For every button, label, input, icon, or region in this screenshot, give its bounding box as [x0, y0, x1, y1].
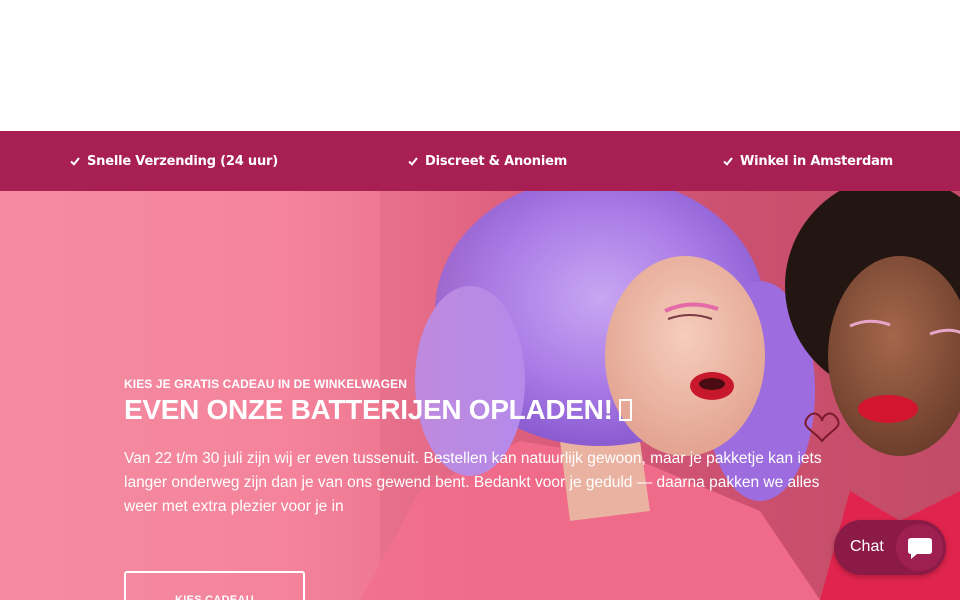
chat-label: Chat	[850, 538, 884, 555]
hero-body: Van 22 t/m 30 juli zijn wij er even tuss…	[124, 450, 822, 515]
missing-glyph-icon	[618, 399, 632, 421]
chat-button[interactable]	[896, 524, 943, 571]
usp-item-store: Winkel in Amsterdam	[723, 131, 893, 191]
usp-label: Snelle Verzending (24 uur)	[87, 153, 278, 169]
check-icon	[70, 157, 80, 166]
hero-banner: KIES JE GRATIS CADEAU IN DE WINKELWAGEN …	[0, 191, 960, 600]
hero-title: EVEN ONZE BATTERIJEN OPLADEN!	[124, 394, 632, 426]
chat-bubble-icon	[908, 538, 932, 559]
usp-item-discreet: Discreet & Anoniem	[408, 131, 567, 191]
usp-label: Discreet & Anoniem	[425, 153, 568, 169]
usp-bar: Snelle Verzending (24 uur) Discreet & An…	[0, 131, 960, 191]
hero-title-text: EVEN ONZE BATTERIJEN OPLADEN!	[124, 394, 613, 425]
usp-item-shipping: Snelle Verzending (24 uur)	[70, 131, 278, 191]
hero-eyebrow: KIES JE GRATIS CADEAU IN DE WINKELWAGEN	[124, 377, 408, 391]
usp-label: Winkel in Amsterdam	[740, 153, 893, 169]
site-header	[0, 0, 960, 131]
chat-widget[interactable]: Chat	[834, 520, 946, 575]
check-icon	[723, 157, 733, 166]
check-icon	[408, 157, 418, 166]
choose-gift-button[interactable]: KIES CADEAU	[124, 571, 305, 600]
